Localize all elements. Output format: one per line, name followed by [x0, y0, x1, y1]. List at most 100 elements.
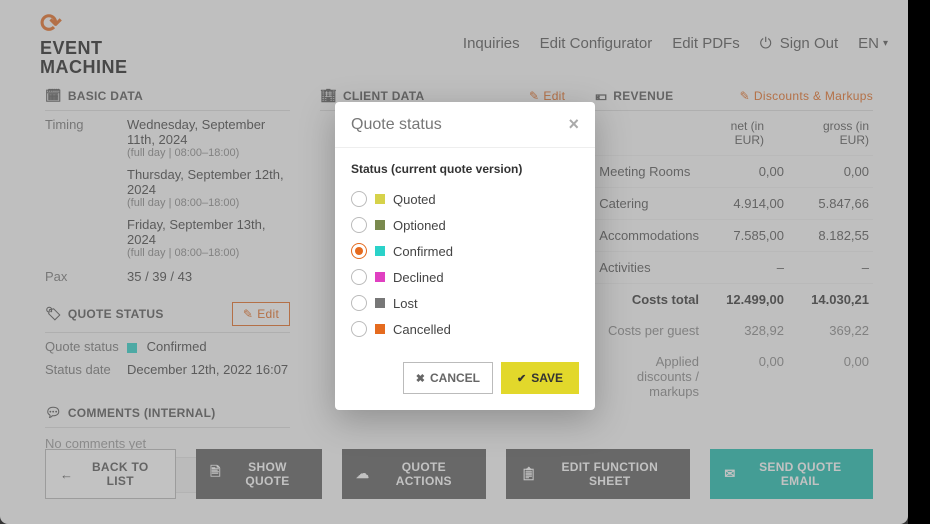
- top-nav: Inquiries Edit Configurator Edit PDFs ⏻ …: [463, 35, 888, 52]
- color-swatch: [375, 272, 385, 282]
- cancel-button[interactable]: ✖ CANCEL: [403, 362, 493, 394]
- radio-icon: [351, 321, 367, 337]
- status-option-label: Confirmed: [393, 244, 453, 259]
- timing-day-2-sub: (full day | 08:00–18:00): [127, 197, 290, 209]
- revenue-per-guest: Costs per guest 328,92 369,22: [595, 315, 873, 346]
- rev-gross: –: [804, 260, 869, 275]
- pencil-icon: ✎: [243, 307, 253, 321]
- function-sheet-label: EDIT FUNCTION SHEET: [543, 460, 676, 488]
- document-icon: 🖹︎: [210, 463, 221, 485]
- close-icon: ✖: [416, 372, 425, 385]
- language-selector[interactable]: EN ▾: [858, 35, 888, 52]
- status-color-swatch: [127, 343, 137, 353]
- rev-total-net: 12.499,00: [719, 292, 784, 307]
- client-data-title: CLIENT DATA: [343, 89, 425, 103]
- color-swatch: [375, 220, 385, 230]
- revenue-row: Meeting Rooms 0,00 0,00: [595, 156, 873, 188]
- radio-icon: [351, 295, 367, 311]
- brand-icon: ⟳: [40, 10, 128, 37]
- status-date-label: Status date: [45, 362, 127, 377]
- revenue-row: Activities – –: [595, 252, 873, 284]
- quote-status-header: 🏷︎ QUOTE STATUS ✎ Edit: [45, 296, 290, 333]
- brand-line1: EVENT: [40, 39, 128, 58]
- nav-inquiries[interactable]: Inquiries: [463, 35, 520, 52]
- send-email-label: SEND QUOTE EMAIL: [742, 460, 859, 488]
- pax-label: Pax: [45, 269, 127, 284]
- col-gross: gross (in EUR): [804, 119, 869, 147]
- timing-day-1: Wednesday, September 11th, 2024: [127, 117, 290, 147]
- timing-values: Wednesday, September 11th, 2024 (full da…: [127, 117, 290, 261]
- rev-gross: 5.847,66: [804, 196, 869, 211]
- rev-pg-gross: 369,22: [804, 323, 869, 338]
- status-option-label: Declined: [393, 270, 444, 285]
- status-date-value: December 12th, 2022 16:07: [127, 362, 290, 377]
- clipboard-icon: 📋︎: [520, 466, 537, 482]
- rev-total-label: Costs total: [599, 292, 699, 307]
- rev-gross: 8.182,55: [804, 228, 869, 243]
- quote-status-modal: Quote status × Status (current quote ver…: [335, 102, 595, 410]
- status-option-optioned[interactable]: Optioned: [351, 212, 579, 238]
- arrow-left-icon: ←: [60, 467, 73, 482]
- timing-day-1-sub: (full day | 08:00–18:00): [127, 147, 290, 159]
- revenue-discounts-link[interactable]: ✎ Discounts & Markups: [740, 89, 873, 103]
- save-button[interactable]: ✔ SAVE: [501, 362, 579, 394]
- quote-status-title: QUOTE STATUS: [68, 307, 164, 321]
- color-swatch: [375, 194, 385, 204]
- rev-net: 7.585,00: [719, 228, 784, 243]
- pax-value: 35 / 39 / 43: [127, 269, 290, 284]
- language-code: EN: [858, 35, 879, 52]
- quote-actions-button[interactable]: ☁︎ QUOTE ACTIONS: [342, 449, 486, 499]
- col-net: net (in EUR): [699, 119, 764, 147]
- status-option-label: Lost: [393, 296, 418, 311]
- radio-icon: [351, 191, 367, 207]
- footer-actions: ← BACK TO LIST 🖹︎ SHOW QUOTE ☁︎ QUOTE AC…: [45, 449, 873, 499]
- status-option-declined[interactable]: Declined: [351, 264, 579, 290]
- status-option-label: Cancelled: [393, 322, 451, 337]
- status-option-lost[interactable]: Lost: [351, 290, 579, 316]
- rev-label: Catering: [599, 196, 699, 211]
- chevron-down-icon: ▾: [883, 38, 888, 49]
- rev-label: Accommodations: [599, 228, 699, 243]
- modal-title: Quote status: [351, 116, 442, 134]
- pencil-icon: ✎: [740, 89, 750, 103]
- radio-icon: [351, 217, 367, 233]
- status-option-quoted[interactable]: Quoted: [351, 186, 579, 212]
- nav-signout[interactable]: ⏻ Sign Out: [760, 35, 838, 52]
- revenue-discounts-label: Discounts & Markups: [754, 89, 873, 103]
- cancel-label: CANCEL: [430, 371, 480, 385]
- rev-label: Activities: [599, 260, 699, 275]
- timing-label: Timing: [45, 117, 127, 132]
- rev-pg-label: Costs per guest: [599, 323, 699, 338]
- color-swatch: [375, 298, 385, 308]
- timing-day-2: Thursday, September 12th, 2024: [127, 167, 290, 197]
- rev-total-gross: 14.030,21: [804, 292, 869, 307]
- rev-applied-label: Applied discounts / markups: [599, 354, 699, 399]
- revenue-title: REVENUE: [613, 89, 673, 103]
- rev-gross: 0,00: [804, 164, 869, 179]
- edit-function-sheet-button[interactable]: 📋︎ EDIT FUNCTION SHEET: [506, 449, 690, 499]
- send-quote-email-button[interactable]: ✉︎ SEND QUOTE EMAIL: [710, 449, 873, 499]
- comment-icon: 💬︎: [45, 405, 62, 421]
- rev-net: –: [719, 260, 784, 275]
- revenue-total: Costs total 12.499,00 14.030,21: [595, 284, 873, 315]
- nav-edit-pdfs[interactable]: Edit PDFs: [672, 35, 740, 52]
- back-label: BACK TO LIST: [79, 460, 161, 488]
- rev-label: Meeting Rooms: [599, 164, 699, 179]
- client-data-edit[interactable]: ✎ Edit: [529, 89, 565, 103]
- app-header: ⟳ EVENT MACHINE Inquiries Edit Configura…: [0, 0, 908, 82]
- check-icon: ✔: [517, 372, 526, 385]
- rev-applied-net: 0,00: [719, 354, 784, 399]
- nav-configurator[interactable]: Edit Configurator: [540, 35, 653, 52]
- show-quote-button[interactable]: 🖹︎ SHOW QUOTE: [196, 449, 322, 499]
- status-option-confirmed[interactable]: Confirmed: [351, 238, 579, 264]
- modal-close-button[interactable]: ×: [568, 114, 579, 135]
- mail-icon: ✉︎: [724, 466, 735, 482]
- tag-icon: 🏷︎: [45, 306, 62, 322]
- brand-line2: MACHINE: [40, 58, 128, 77]
- timing-day-3-sub: (full day | 08:00–18:00): [127, 247, 290, 259]
- revenue-column-headers: net (in EUR) gross (in EUR): [595, 111, 873, 156]
- quote-status-edit[interactable]: ✎ Edit: [232, 302, 290, 326]
- money-icon: 💶︎: [595, 88, 607, 104]
- back-to-list-button[interactable]: ← BACK TO LIST: [45, 449, 176, 499]
- status-option-cancelled[interactable]: Cancelled: [351, 316, 579, 342]
